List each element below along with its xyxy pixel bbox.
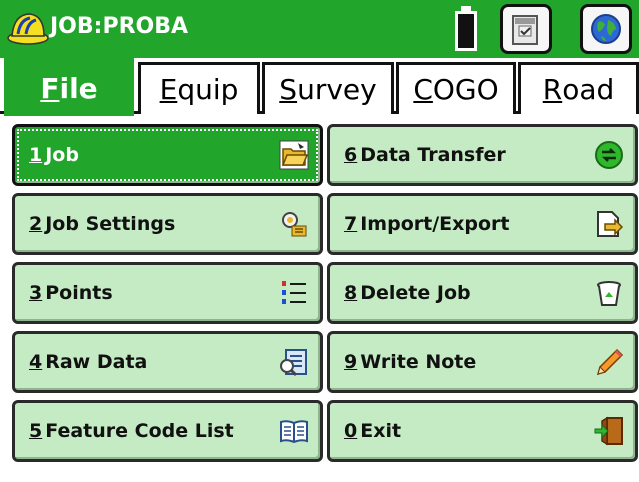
data-transfer-button[interactable]: 6 Data Transfer xyxy=(327,124,638,186)
job-button[interactable]: 1 Job xyxy=(12,124,323,186)
job-title: JOB:PROBA xyxy=(50,14,189,39)
raw-data-icon xyxy=(278,346,310,378)
tab-equip-label: quip xyxy=(177,73,239,106)
tab-bar: File Equip Survey C OGO Road xyxy=(0,58,639,116)
data-transfer-label: Data Transfer xyxy=(360,144,506,166)
import-export-shortcut: 7 xyxy=(344,213,358,235)
hardhat-icon xyxy=(6,8,50,48)
delete-job-button[interactable]: 8 Delete Job xyxy=(327,262,638,324)
battery-icon xyxy=(452,4,480,54)
tab-survey[interactable]: Survey xyxy=(262,62,394,114)
write-note-shortcut: 9 xyxy=(344,351,358,373)
tab-survey-label: urvey xyxy=(297,73,377,106)
data-transfer-shortcut: 6 xyxy=(344,144,358,166)
job-shortcut: 1 xyxy=(29,144,43,166)
points-label: Points xyxy=(45,282,113,304)
tab-survey-mnemonic: S xyxy=(279,73,298,106)
points-shortcut: 3 xyxy=(29,282,43,304)
tab-cogo[interactable]: C OGO xyxy=(396,62,516,114)
trash-icon xyxy=(593,277,625,309)
book-icon xyxy=(278,415,310,447)
delete-job-shortcut: 8 xyxy=(344,282,358,304)
exit-button[interactable]: 0 Exit xyxy=(327,400,638,462)
tab-road[interactable]: Road xyxy=(518,62,639,114)
exit-shortcut: 0 xyxy=(344,420,358,442)
points-button[interactable]: 3 Points xyxy=(12,262,323,324)
pencil-icon xyxy=(593,346,625,378)
feature-code-list-button[interactable]: 5 Feature Code List xyxy=(12,400,323,462)
write-note-label: Write Note xyxy=(360,351,477,373)
write-note-button[interactable]: 9 Write Note xyxy=(327,331,638,393)
import-export-icon xyxy=(593,208,625,240)
raw-data-shortcut: 4 xyxy=(29,351,43,373)
globe-button[interactable] xyxy=(580,4,632,54)
job-settings-label: Job Settings xyxy=(45,213,176,235)
tab-file-mnemonic: F xyxy=(40,72,60,105)
tab-cogo-label: OGO xyxy=(432,73,499,106)
tools-button[interactable] xyxy=(500,4,552,54)
globe-icon xyxy=(591,14,621,44)
settings-icon xyxy=(278,208,310,240)
job-label: Job xyxy=(45,144,79,166)
raw-data-label: Raw Data xyxy=(45,351,148,373)
import-export-button[interactable]: 7 Import/Export xyxy=(327,193,638,255)
exit-label: Exit xyxy=(360,420,402,442)
tab-file-label: ile xyxy=(59,72,98,105)
raw-data-button[interactable]: 4 Raw Data xyxy=(12,331,323,393)
feature-code-list-shortcut: 5 xyxy=(29,420,43,442)
tab-road-label: oad xyxy=(562,73,615,106)
file-menu: 1 Job 2 Job Settings 3 Points 4 Raw Data… xyxy=(0,114,639,482)
tools-icon xyxy=(512,15,538,45)
job-settings-shortcut: 2 xyxy=(29,213,43,235)
tab-equip-mnemonic: E xyxy=(159,73,178,106)
tab-equip[interactable]: Equip xyxy=(138,62,260,114)
tab-cogo-mnemonic: C xyxy=(413,73,433,106)
exit-door-icon xyxy=(593,415,625,447)
folder-open-icon xyxy=(278,139,310,171)
delete-job-label: Delete Job xyxy=(360,282,471,304)
numbered-list-icon xyxy=(278,277,310,309)
feature-code-list-label: Feature Code List xyxy=(45,420,234,442)
transfer-icon xyxy=(593,139,625,171)
tab-file[interactable]: File xyxy=(4,58,134,116)
title-bar: JOB:PROBA xyxy=(0,0,639,58)
job-settings-button[interactable]: 2 Job Settings xyxy=(12,193,323,255)
tab-road-mnemonic: R xyxy=(542,73,563,106)
import-export-label: Import/Export xyxy=(360,213,510,235)
